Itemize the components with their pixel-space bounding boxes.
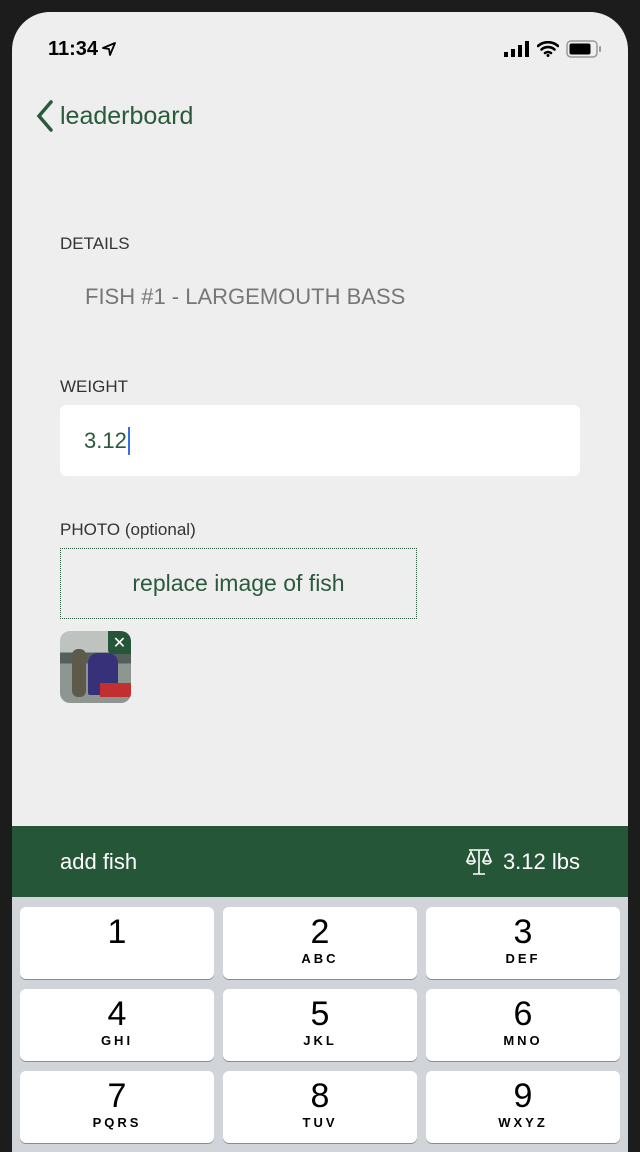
key-3[interactable]: 3 DEF (426, 907, 620, 979)
details-value: FISH #1 - LARGEMOUTH BASS (85, 284, 406, 309)
location-arrow-icon (102, 42, 116, 56)
weight-label: WEIGHT (60, 377, 128, 396)
weight-input[interactable]: 3.12 (60, 405, 580, 476)
status-time: 11:34 (48, 37, 99, 60)
key-number: 7 (107, 1077, 127, 1115)
key-letters: GHI (100, 1033, 134, 1048)
phone-screen: 11:34 leaderboard DETAILS FISH #1 - LARG… (12, 12, 628, 1152)
total-weight: 3.12 lbs (502, 848, 580, 874)
numeric-keyboard: 1 2 ABC 3 DEF 4 GHI 5 JKL 6 MNO 7 PQRS 8 TUV 9 WXYZ (12, 897, 628, 1152)
key-7[interactable]: 7 PQRS (20, 1071, 214, 1143)
back-button[interactable]: leaderboard (36, 100, 193, 132)
key-letters: ABC (301, 951, 339, 966)
scale-icon (465, 848, 493, 875)
key-number: 4 (107, 995, 127, 1033)
key-number: 5 (310, 995, 330, 1033)
key-4[interactable]: 4 GHI (20, 989, 214, 1061)
close-icon: ✕ (112, 634, 127, 652)
text-caret (127, 426, 130, 455)
fish-photo-thumbnail: ✕ (60, 631, 131, 703)
key-5[interactable]: 5 JKL (223, 989, 417, 1061)
battery-icon (566, 40, 601, 58)
cellular-signal-icon (504, 41, 529, 57)
key-letters: TUV (302, 1115, 338, 1130)
key-letters: WXYZ (498, 1115, 548, 1130)
key-letters: JKL (303, 1033, 337, 1048)
key-9[interactable]: 9 WXYZ (426, 1071, 620, 1143)
key-number: 8 (310, 1077, 330, 1115)
key-number: 3 (513, 913, 533, 951)
key-letters: DEF (505, 951, 541, 966)
key-number: 2 (310, 913, 330, 951)
details-label: DETAILS (60, 234, 130, 253)
key-1[interactable]: 1 (20, 907, 214, 979)
key-letters: PQRS (92, 1115, 142, 1130)
weight-value: 3.12 (84, 427, 127, 453)
key-number: 6 (513, 995, 533, 1033)
remove-photo-button[interactable]: ✕ (108, 631, 131, 654)
chevron-left-icon (36, 100, 53, 132)
key-letters: MNO (503, 1033, 543, 1048)
status-bar: 11:34 (48, 38, 602, 60)
wifi-icon (537, 41, 559, 57)
key-2[interactable]: 2 ABC (223, 907, 417, 979)
add-fish-button[interactable]: add fish (60, 849, 137, 875)
back-label: leaderboard (60, 101, 194, 130)
key-number: 1 (107, 913, 127, 951)
replace-photo-button[interactable]: replace image of fish (60, 548, 417, 619)
action-bar: add fish 3.12 lbs (12, 826, 628, 897)
key-6[interactable]: 6 MNO (426, 989, 620, 1061)
photo-label: PHOTO (optional) (60, 520, 196, 539)
key-8[interactable]: 8 TUV (223, 1071, 417, 1143)
key-number: 9 (513, 1077, 533, 1115)
